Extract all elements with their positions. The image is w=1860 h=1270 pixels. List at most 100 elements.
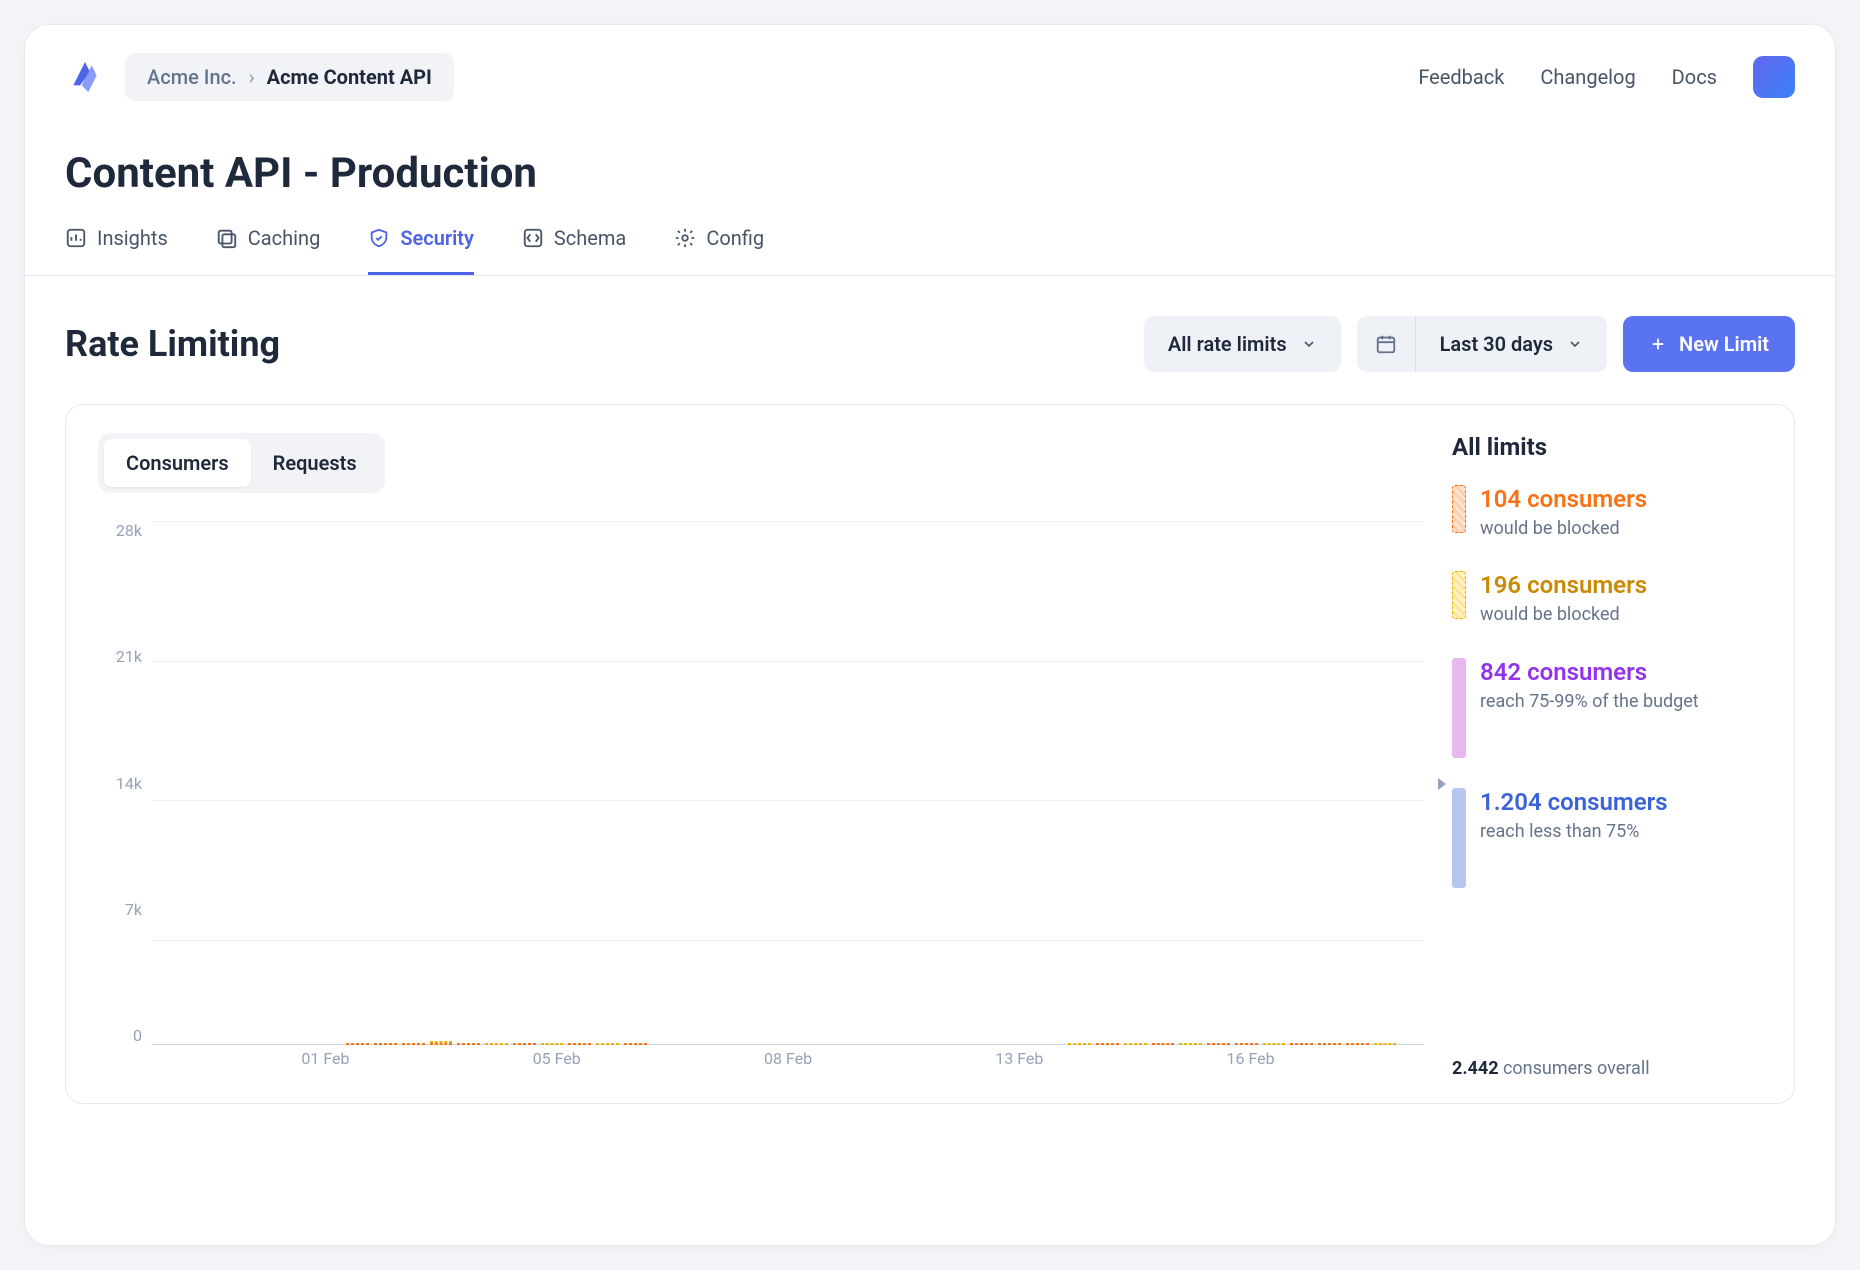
y-tick: 0 <box>98 1026 152 1045</box>
tab-config[interactable]: Config <box>674 222 764 275</box>
chart-area: 28k21k14k7k0 01 Feb05 Feb08 Feb13 Feb16 … <box>98 521 1424 1079</box>
chevron-down-icon <box>1301 336 1317 352</box>
legend-marker-icon <box>1438 778 1446 790</box>
tab-schema[interactable]: Schema <box>522 222 626 275</box>
bar-segment-orange <box>1096 1043 1119 1045</box>
bar-column[interactable] <box>1124 1043 1147 1045</box>
tab-security[interactable]: Security <box>368 222 474 275</box>
security-icon <box>368 227 390 249</box>
bar-segment-orange <box>346 1043 369 1045</box>
x-tick <box>152 1049 268 1079</box>
app-logo-icon <box>65 57 105 97</box>
bar-segment-orange <box>1207 1043 1230 1045</box>
y-tick: 14k <box>98 774 152 793</box>
tab-label: Config <box>706 226 764 250</box>
bar-column[interactable] <box>1179 1043 1202 1045</box>
bar-column[interactable] <box>346 1043 369 1045</box>
legend-count: 196 consumers <box>1480 571 1647 599</box>
swatch-orange <box>1452 485 1466 533</box>
tab-label: Schema <box>554 226 626 250</box>
y-axis: 28k21k14k7k0 <box>98 521 152 1079</box>
bar-segment-orange <box>513 1043 536 1045</box>
chart-card: Consumers Requests 28k21k14k7k0 01 Feb05… <box>65 404 1795 1104</box>
bar-column[interactable] <box>1096 1043 1119 1045</box>
chart-plot: 01 Feb05 Feb08 Feb13 Feb16 Feb <box>152 521 1424 1079</box>
config-icon <box>674 227 696 249</box>
bar-segment-orange <box>374 1043 397 1045</box>
x-tick: 13 Feb <box>961 1049 1077 1079</box>
bar-segment-yellow <box>1374 1043 1397 1045</box>
bar-column[interactable] <box>1346 1043 1369 1045</box>
bar-segment-yellow <box>596 1043 619 1045</box>
legend-sub: would be blocked <box>1480 517 1647 541</box>
bar-column[interactable] <box>374 1043 397 1045</box>
tab-label: Caching <box>248 226 321 250</box>
bar-column[interactable] <box>1152 1043 1175 1045</box>
bar-column[interactable] <box>485 1043 508 1045</box>
legend-count: 1.204 consumers <box>1480 788 1668 816</box>
feedback-link[interactable]: Feedback <box>1418 65 1504 89</box>
plus-icon <box>1649 335 1667 353</box>
legend-item-yellow[interactable]: 196 consumers would be blocked <box>1452 571 1762 627</box>
bar-column[interactable] <box>1068 1043 1091 1045</box>
top-links: Feedback Changelog Docs <box>1418 56 1795 98</box>
header: Acme Inc. › Acme Content API Feedback Ch… <box>25 25 1835 113</box>
toggle-consumers[interactable]: Consumers <box>104 439 251 487</box>
x-tick <box>846 1049 962 1079</box>
legend-item-blue[interactable]: 1.204 consumersreach less than 75% <box>1452 788 1762 888</box>
bar-column[interactable] <box>1290 1043 1313 1045</box>
bar-segment-orange <box>1235 1043 1258 1045</box>
legend: All limits 104 consumerswould be blocked… <box>1452 433 1762 1079</box>
bar-segment-orange <box>1318 1043 1341 1045</box>
bar-column[interactable] <box>457 1043 480 1045</box>
rate-limits-filter[interactable]: All rate limits <box>1144 316 1341 372</box>
bar-column[interactable] <box>568 1043 591 1045</box>
legend-total: 2.442 consumers overall <box>1452 1058 1762 1079</box>
breadcrumb-api[interactable]: Acme Content API <box>267 65 432 89</box>
breadcrumb-org[interactable]: Acme Inc. <box>147 65 237 89</box>
bar-column[interactable] <box>430 1041 453 1045</box>
bar-column[interactable] <box>596 1043 619 1045</box>
bar-column[interactable] <box>1318 1043 1341 1045</box>
bar-segment-orange <box>1346 1043 1369 1045</box>
bar-column[interactable] <box>541 1043 564 1045</box>
bar-column[interactable] <box>1263 1043 1286 1045</box>
bar-segment-orange <box>568 1043 591 1045</box>
legend-item-orange[interactable]: 104 consumerswould be blocked <box>1452 485 1762 541</box>
legend-item-purple[interactable]: 842 consumersreach 75-99% of the budget <box>1452 658 1762 758</box>
x-tick: 05 Feb <box>499 1049 615 1079</box>
bar-column[interactable] <box>1207 1043 1230 1045</box>
bar-column[interactable] <box>1374 1043 1397 1045</box>
calendar-icon[interactable] <box>1357 316 1416 372</box>
bar-segment-yellow <box>485 1043 508 1045</box>
bar-segment-yellow <box>1263 1043 1286 1045</box>
bar-column[interactable] <box>402 1043 425 1045</box>
page-title: Content API - Production <box>25 113 1835 222</box>
bar-segment-orange <box>402 1043 425 1045</box>
docs-link[interactable]: Docs <box>1672 65 1717 89</box>
swatch-blue <box>1452 788 1466 888</box>
breadcrumb[interactable]: Acme Inc. › Acme Content API <box>125 53 454 101</box>
bar-column[interactable] <box>513 1043 536 1045</box>
x-tick: 01 Feb <box>268 1049 384 1079</box>
bar-segment-yellow <box>1068 1043 1091 1045</box>
avatar[interactable] <box>1753 56 1795 98</box>
x-tick: 16 Feb <box>1193 1049 1309 1079</box>
tab-insights[interactable]: Insights <box>65 222 168 275</box>
bar-column[interactable] <box>624 1043 647 1045</box>
new-limit-button[interactable]: New Limit <box>1623 316 1795 372</box>
tab-caching[interactable]: Caching <box>216 222 321 275</box>
toggle-requests[interactable]: Requests <box>251 439 379 487</box>
y-tick: 21k <box>98 647 152 666</box>
bar-segment-yellow <box>541 1043 564 1045</box>
date-range-picker[interactable]: Last 30 days <box>1357 316 1607 372</box>
x-tick <box>615 1049 731 1079</box>
y-tick: 7k <box>98 900 152 919</box>
legend-sub: would be blocked <box>1480 603 1647 627</box>
filter-label: All rate limits <box>1168 332 1287 356</box>
x-tick <box>383 1049 499 1079</box>
bar-column[interactable] <box>1235 1043 1258 1045</box>
tab-label: Security <box>400 226 474 250</box>
changelog-link[interactable]: Changelog <box>1540 65 1635 89</box>
controls-row: Rate Limiting All rate limits Last 30 da… <box>25 276 1835 392</box>
